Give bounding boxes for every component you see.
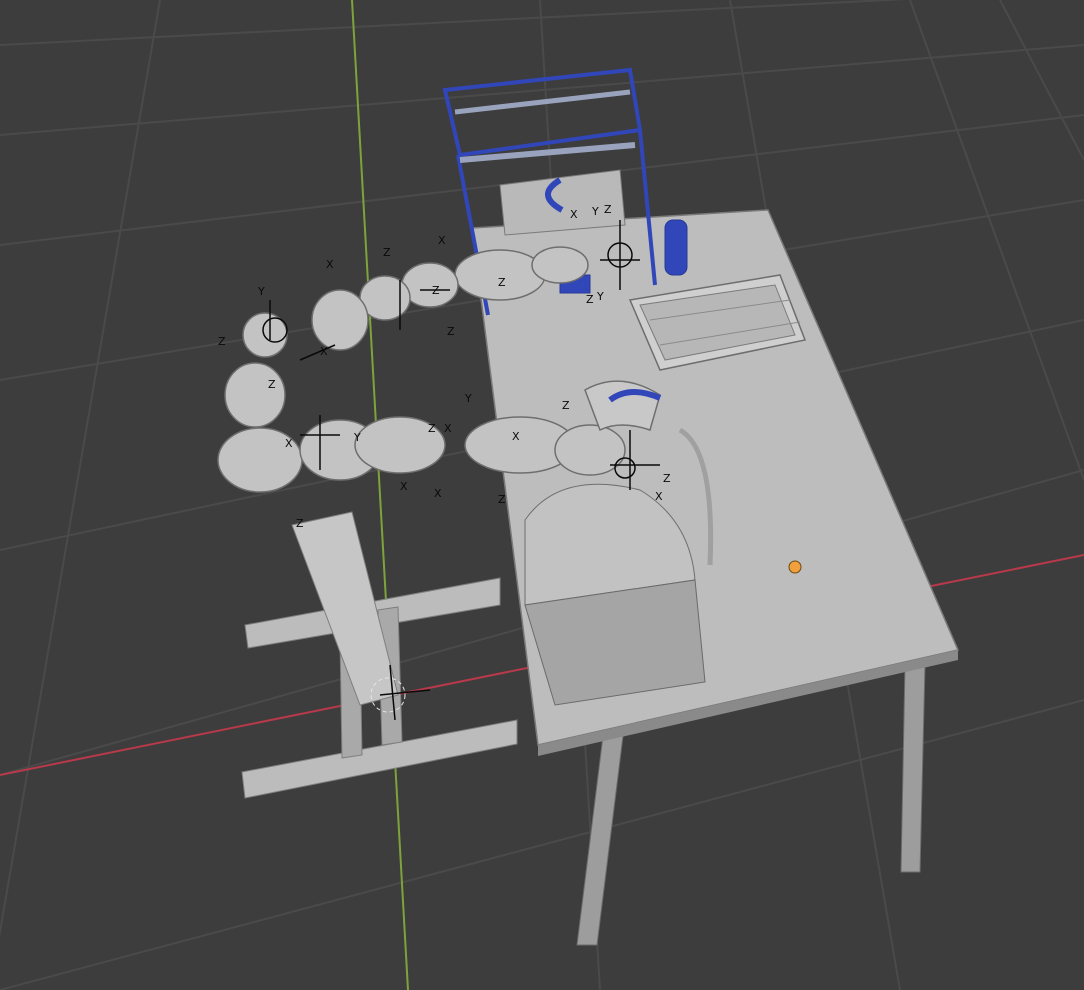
axis-letter-z: Z (447, 325, 455, 338)
axis-letter-x: X (400, 480, 408, 493)
axis-letter-y: Y (596, 290, 604, 303)
axis-letter-z: Z (432, 284, 440, 297)
axis-letter-z: Z (586, 293, 594, 306)
axis-letter-y: Y (257, 285, 265, 298)
axis-letter-x: X (570, 208, 578, 221)
axis-letter-z: Z (268, 378, 276, 391)
axis-letter-x: X (438, 234, 446, 247)
axis-letter-z: Z (218, 335, 226, 348)
axis-letter-x: X (655, 490, 663, 503)
axis-letter-z: Z (296, 517, 304, 530)
axis-letter-z: Z (428, 422, 436, 435)
axis-letter-z: Z (604, 203, 612, 216)
axis-letter-z: Z (383, 246, 391, 259)
axis-letter-x: X (434, 487, 442, 500)
scene-canvas[interactable]: Y Z X X Z X Z Z Z X Y Z Z Y Z X Y Z X Y … (0, 0, 1084, 990)
axis-letter-x: X (285, 437, 293, 450)
axis-letter-z: Z (498, 493, 506, 506)
3d-viewport[interactable]: Y Z X X Z X Z Z Z X Y Z Z Y Z X Y Z X Y … (0, 0, 1084, 990)
robot-stand[interactable] (241, 511, 518, 799)
axis-letter-x: X (326, 258, 334, 271)
axis-letter-y: Y (353, 431, 361, 444)
axis-letter-y: Y (591, 205, 599, 218)
axis-letter-z: Z (498, 276, 506, 289)
axis-letter-z: Z (663, 472, 671, 485)
axis-letter-x: X (444, 422, 452, 435)
axis-letter-z: Z (562, 399, 570, 412)
origin-light-point[interactable] (788, 560, 802, 574)
y-axis-line (351, 0, 409, 990)
axis-letter-y: Y (464, 392, 472, 405)
axis-letter-x: X (320, 345, 328, 358)
axis-letter-x: X (512, 430, 520, 443)
